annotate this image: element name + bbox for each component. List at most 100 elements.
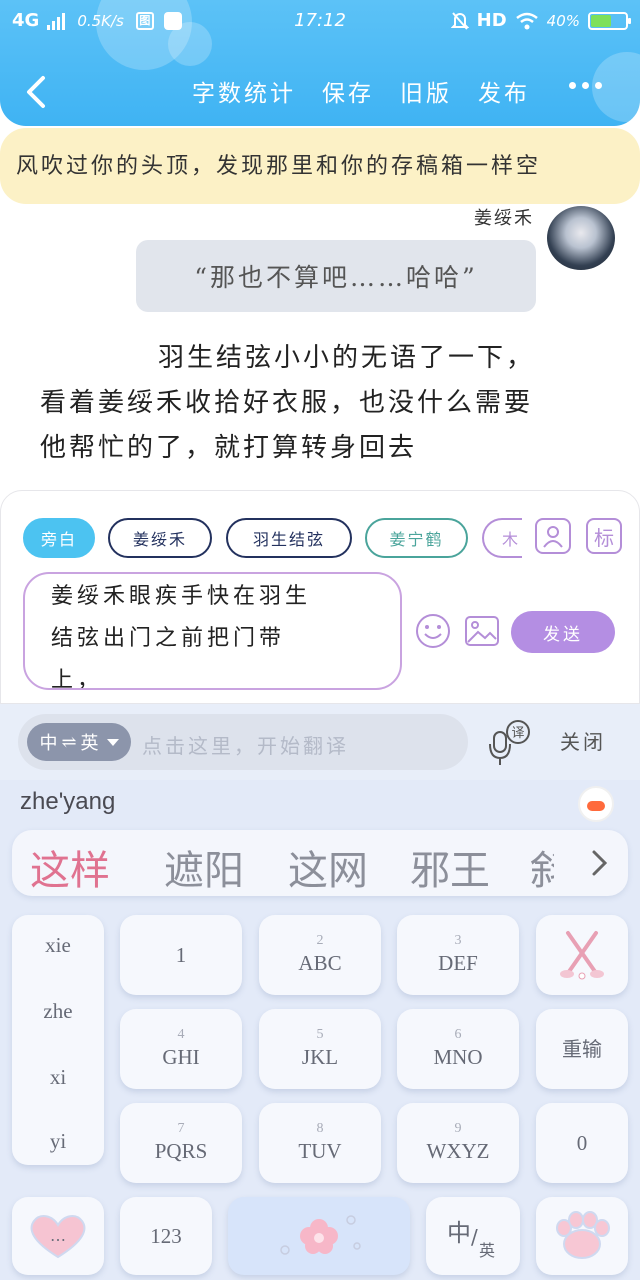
heart-icon: … [30, 1215, 86, 1259]
mascot-icon[interactable] [578, 786, 614, 822]
narrative-line: 他帮忙的了，就打算转身回去 [40, 433, 418, 463]
chip-character[interactable]: 羽生结弦 [226, 518, 352, 558]
reenter-key[interactable]: 重输 [536, 1009, 628, 1089]
key-main: 1 [175, 943, 187, 967]
flower-icon [280, 1215, 361, 1255]
zh-label: 中 [447, 1219, 471, 1247]
chip-narration[interactable]: 旁白 [23, 518, 95, 558]
input-line: 姜绥禾眼疾手快在羽生 [51, 584, 312, 609]
key-8[interactable]: 8 TUV [259, 1103, 381, 1183]
character-list-button[interactable] [535, 518, 571, 554]
dialogue-bubble[interactable]: “那也不算吧……哈哈” [136, 240, 536, 312]
key-main: 重输 [562, 1037, 602, 1061]
more-dots-icon[interactable] [569, 82, 602, 89]
status-bar: 4G 0.5K/s 图 17:12 HD 40% [0, 0, 640, 44]
candidate-word[interactable]: 这网 [288, 838, 368, 896]
old-version-button[interactable]: 旧版 [400, 74, 452, 108]
chip-character[interactable]: 姜绥禾 [108, 518, 212, 558]
en-label: 英 [479, 1241, 496, 1260]
candidate-word[interactable]: 遮阳 [164, 838, 244, 896]
key-main: ABC [298, 951, 342, 975]
publish-button[interactable]: 发布 [478, 74, 530, 108]
space-key[interactable] [228, 1197, 410, 1275]
send-button[interactable]: 发送 [511, 611, 615, 653]
back-button[interactable] [20, 72, 52, 112]
speaker-name: 姜绥禾 [474, 208, 534, 229]
key-4[interactable]: 4 GHI [120, 1009, 242, 1089]
pinyin-side-list: xie zhe xi yi [12, 915, 104, 1165]
save-button[interactable]: 保存 [322, 74, 374, 108]
swap-icon: ⇌ [61, 731, 77, 753]
image-icon[interactable] [463, 612, 501, 650]
hd-label: HD [476, 10, 507, 31]
key-main: 0 [576, 1131, 588, 1155]
close-keyboard-button[interactable]: 关闭 [560, 726, 606, 755]
tag-button[interactable]: 标 [586, 518, 622, 554]
side-candidate[interactable]: yi [12, 1129, 104, 1154]
candidate-word[interactable]: 邪王 [410, 838, 490, 896]
lang-target: 英 [80, 733, 99, 754]
message-input[interactable]: 姜绥禾眼疾手快在羽生 结弦出门之前把门带 上， [23, 572, 402, 690]
key-main: MNO [433, 1045, 483, 1069]
key-main: 123 [150, 1224, 182, 1248]
key-main: WXYZ [426, 1139, 490, 1163]
key-main: JKL [301, 1045, 339, 1069]
key-7[interactable]: 7 PQRS [120, 1103, 242, 1183]
composer-panel: 旁白 姜绥禾 羽生结弦 姜宁鹤 木 标 姜绥禾眼疾手快在羽生 结弦出门之前把门带… [0, 490, 640, 704]
side-candidate[interactable]: xie [12, 933, 104, 958]
draft-banner: 风吹过你的头顶，发现那里和你的存稿箱一样空 [0, 128, 640, 204]
candidate-bar: 这样 遮阳 这网 邪王 斜 [12, 830, 628, 896]
key-2[interactable]: 2 ABC [259, 915, 381, 995]
lang-source: 中 [39, 733, 58, 754]
key-3[interactable]: 3 DEF [397, 915, 519, 995]
key-0[interactable]: 0 [536, 1103, 628, 1183]
zh-en-switch-key[interactable]: 中 / 英 [426, 1197, 520, 1275]
key-1[interactable]: 1 [120, 915, 242, 995]
chip-character[interactable]: 木 [482, 518, 522, 558]
keyboard-body: zhe'yang 这样 遮阳 这网 邪王 斜 xie zhe xi yi 1 2… [0, 780, 640, 1280]
symbols-key[interactable]: … [12, 1197, 104, 1275]
candidate-word[interactable]: 这样 [30, 838, 110, 896]
key-sub: 2 [316, 933, 324, 948]
input-line: 上， [51, 668, 104, 690]
language-toggle[interactable]: 中 ⇌ 英 [27, 723, 131, 761]
battery-percent: 40% [546, 11, 580, 30]
golf-clubs-icon [560, 931, 604, 980]
delete-key[interactable] [536, 915, 628, 995]
key-5[interactable]: 5 JKL [259, 1009, 381, 1089]
chip-character[interactable]: 姜宁鹤 [365, 518, 468, 558]
key-main: TUV [298, 1139, 342, 1163]
narrative-paragraph[interactable]: 羽生结弦小小的无语了一下， 看着姜绥禾收拾好衣服，也没什么需要 他帮忙的了，就打… [40, 336, 610, 471]
key-sub: 7 [177, 1121, 185, 1136]
editor-toolbar: 字数统计 保存 旧版 发布 [0, 66, 640, 116]
key-sub: 3 [454, 933, 462, 948]
word-count-button[interactable]: 字数统计 [192, 74, 296, 108]
candidate-word[interactable]: 斜 [530, 838, 554, 896]
number-mode-key[interactable]: 123 [120, 1197, 212, 1275]
key-sub: 8 [316, 1121, 324, 1136]
battery-icon [588, 11, 631, 30]
key-6[interactable]: 6 MNO [397, 1009, 519, 1089]
translate-placeholder: 点击这里，开始翻译 [142, 734, 349, 758]
dialogue-text: “那也不算吧……哈哈” [194, 263, 478, 292]
cat-paw-icon [556, 1211, 610, 1259]
microphone-icon[interactable]: 译 [484, 718, 534, 768]
avatar[interactable] [545, 204, 617, 272]
chevron-right-icon[interactable] [584, 848, 614, 878]
side-candidate[interactable]: zhe [12, 999, 104, 1024]
chevron-down-icon [106, 738, 119, 746]
emoji-icon[interactable] [414, 612, 452, 650]
key-sub: 5 [316, 1027, 324, 1042]
key-9[interactable]: 9 WXYZ [397, 1103, 519, 1183]
key-main: GHI [162, 1045, 200, 1069]
banner-text: 风吹过你的头顶，发现那里和你的存稿箱一样空 [16, 154, 542, 179]
translate-field[interactable]: 中 ⇌ 英 点击这里，开始翻译 [18, 714, 468, 770]
key-main: DEF [438, 951, 478, 975]
mute-icon [450, 11, 469, 30]
side-candidate[interactable]: xi [12, 1065, 104, 1090]
key-sub: 6 [454, 1027, 462, 1042]
narrative-line: 看着姜绥禾收拾好衣服，也没什么需要 [40, 388, 534, 418]
enter-key[interactable] [536, 1197, 628, 1275]
wifi-icon [515, 12, 538, 29]
back-arrow-icon [27, 76, 45, 108]
